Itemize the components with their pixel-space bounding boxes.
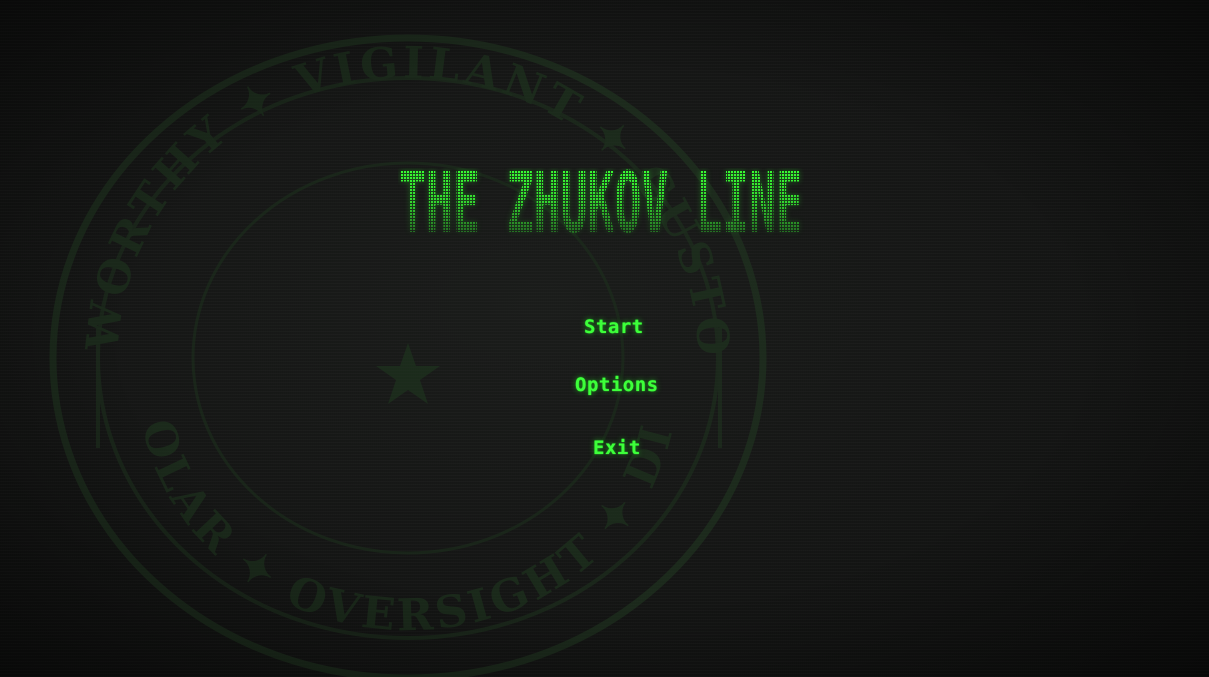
exit-button[interactable]: Exit — [593, 437, 641, 459]
faded-seal-emblem: TRUSTWORTHY ✦ VIGILANT ✦ CUSTODIANS CHER… — [48, 28, 767, 677]
options-button[interactable]: Options — [575, 374, 659, 396]
main-menu-screen: TRUSTWORTHY ✦ VIGILANT ✦ CUSTODIANS CHER… — [0, 0, 1209, 677]
start-button[interactable]: Start — [584, 316, 644, 338]
star-icon — [376, 343, 440, 404]
title-text: THE ZHUKOV LINE — [399, 168, 803, 240]
game-title-logo: THE ZHUKOV LINE — [399, 168, 803, 240]
